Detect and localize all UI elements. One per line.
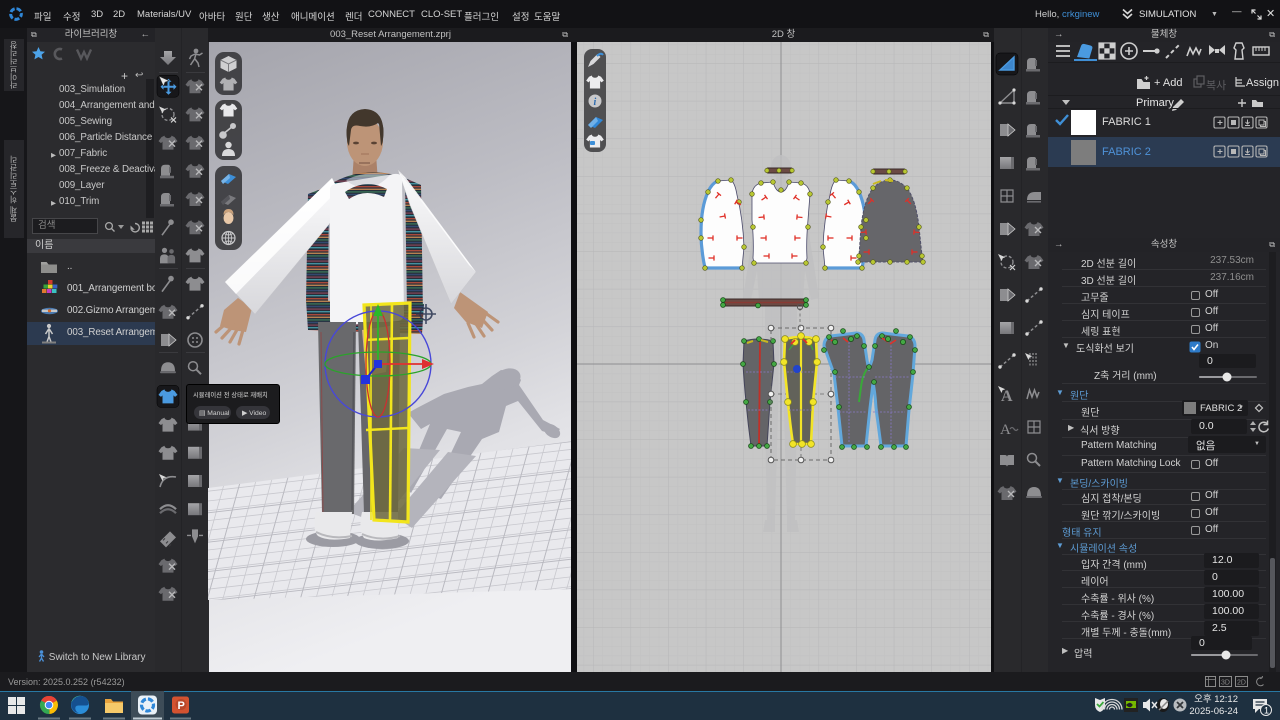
- svg-text:1: 1: [1264, 706, 1269, 716]
- svg-text:A: A: [1001, 388, 1013, 405]
- svg-text:i: i: [594, 97, 597, 108]
- svg-text:2D: 2D: [1237, 680, 1246, 687]
- svg-text:3D: 3D: [1221, 680, 1230, 687]
- svg-text:P: P: [178, 700, 185, 712]
- svg-text:A: A: [1000, 422, 1011, 438]
